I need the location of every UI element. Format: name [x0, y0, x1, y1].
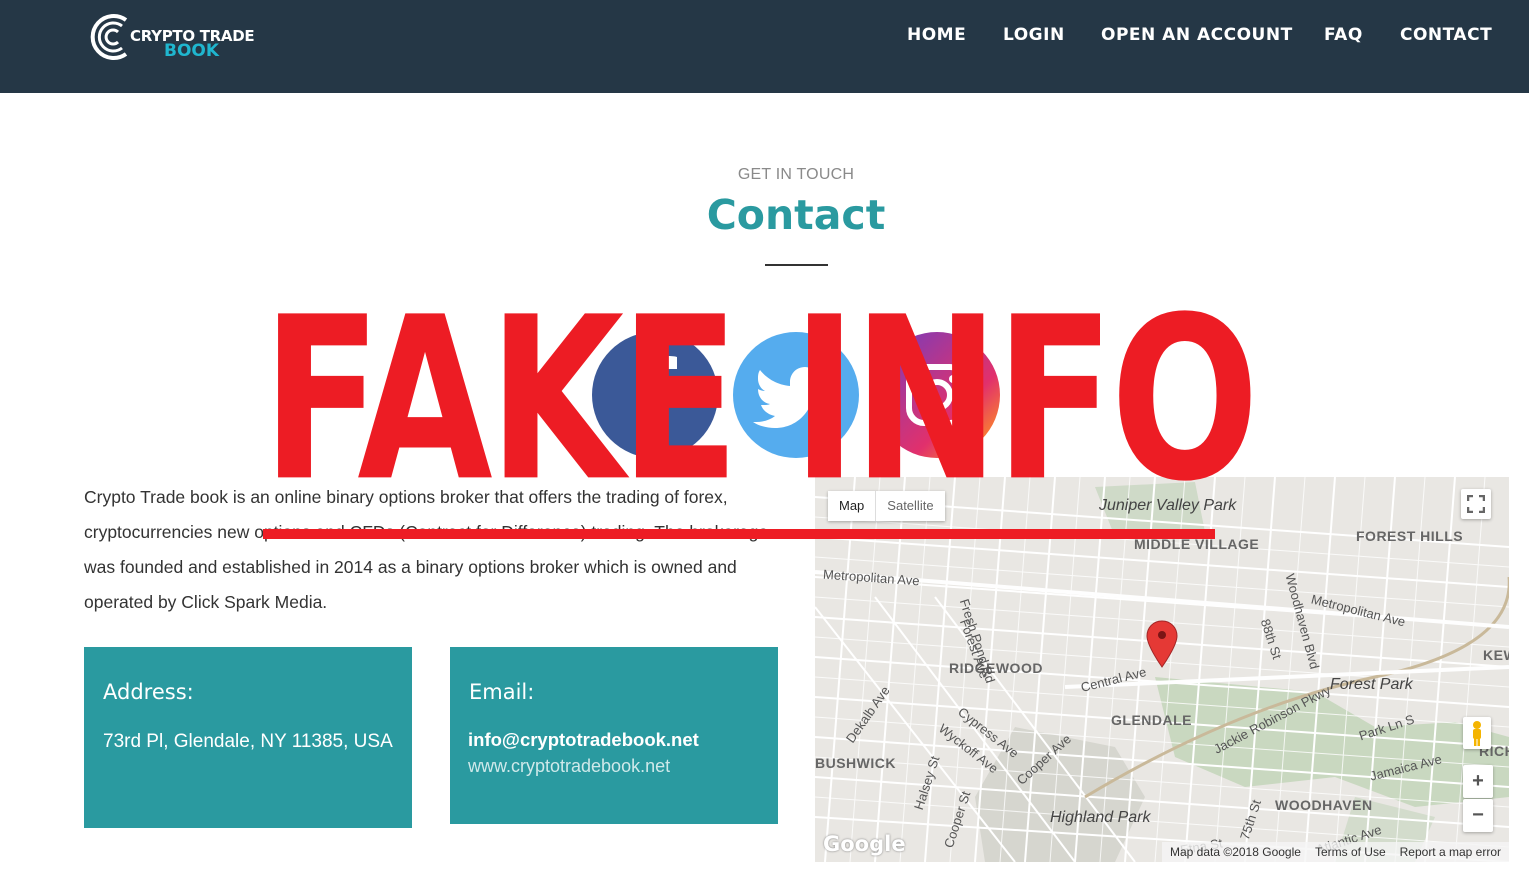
address-text: 73rd Pl, Glendale, NY 11385, USA — [103, 731, 393, 752]
strike-line — [263, 529, 1215, 539]
pegman-icon — [1473, 721, 1481, 746]
zoom-out-button[interactable]: − — [1463, 799, 1493, 832]
nav-contact[interactable]: CONTACT — [1400, 25, 1492, 49]
nav-home[interactable]: HOME — [907, 25, 966, 49]
report-map-error-link[interactable]: Report a map error — [1400, 845, 1501, 859]
map-data-credit: Map data ©2018 Google — [1170, 845, 1301, 859]
map-neighborhood-label: GLENDALE — [1111, 712, 1192, 728]
map-park-label: Forest Park — [1330, 676, 1413, 693]
section-eyebrow: GET IN TOUCH — [737, 166, 855, 183]
nav-login[interactable]: LOGIN — [1003, 25, 1065, 49]
google-logo: Google — [823, 832, 906, 856]
map-neighborhood-label: FOREST HILLS — [1356, 528, 1464, 544]
email-card: Email: info@cryptotradebook.net www.cryp… — [450, 647, 778, 824]
map-neighborhood-label: WOODHAVEN — [1275, 797, 1373, 813]
nav-open-account[interactable]: OPEN AN ACCOUNT — [1101, 25, 1293, 49]
nav-faq[interactable]: FAQ — [1324, 25, 1363, 49]
email-link[interactable]: info@cryptotradebook.net — [468, 729, 699, 751]
fullscreen-button[interactable] — [1461, 489, 1491, 519]
site-logo[interactable]: CRYPTO TRADE BOOK — [88, 10, 255, 62]
map-footer: Map data ©2018 Google Terms of Use Repor… — [1162, 842, 1509, 862]
address-heading: Address: — [103, 680, 194, 704]
logo-text-line2: BOOK — [164, 41, 220, 61]
address-card: Address: 73rd Pl, Glendale, NY 11385, US… — [84, 647, 412, 828]
page-title: Contact — [706, 191, 886, 239]
email-heading: Email: — [469, 680, 535, 704]
website-link[interactable]: www.cryptotradebook.net — [468, 756, 670, 777]
map-neighborhood-label: KEW — [1483, 647, 1509, 663]
street-view-pegman[interactable] — [1463, 717, 1491, 749]
top-navbar: CRYPTO TRADE BOOK HOME LOGIN OPEN AN ACC… — [0, 0, 1529, 93]
fake-info-stamp: FAKE INFO — [262, 268, 1259, 531]
terms-link[interactable]: Terms of Use — [1315, 845, 1386, 859]
title-divider — [765, 264, 828, 266]
zoom-in-button[interactable]: + — [1463, 765, 1493, 798]
map-neighborhood-label: BUSHWICK — [815, 755, 896, 771]
map-park-label: Highland Park — [1050, 809, 1151, 826]
logo-ring-icon — [90, 14, 128, 60]
fullscreen-icon — [1467, 495, 1485, 513]
